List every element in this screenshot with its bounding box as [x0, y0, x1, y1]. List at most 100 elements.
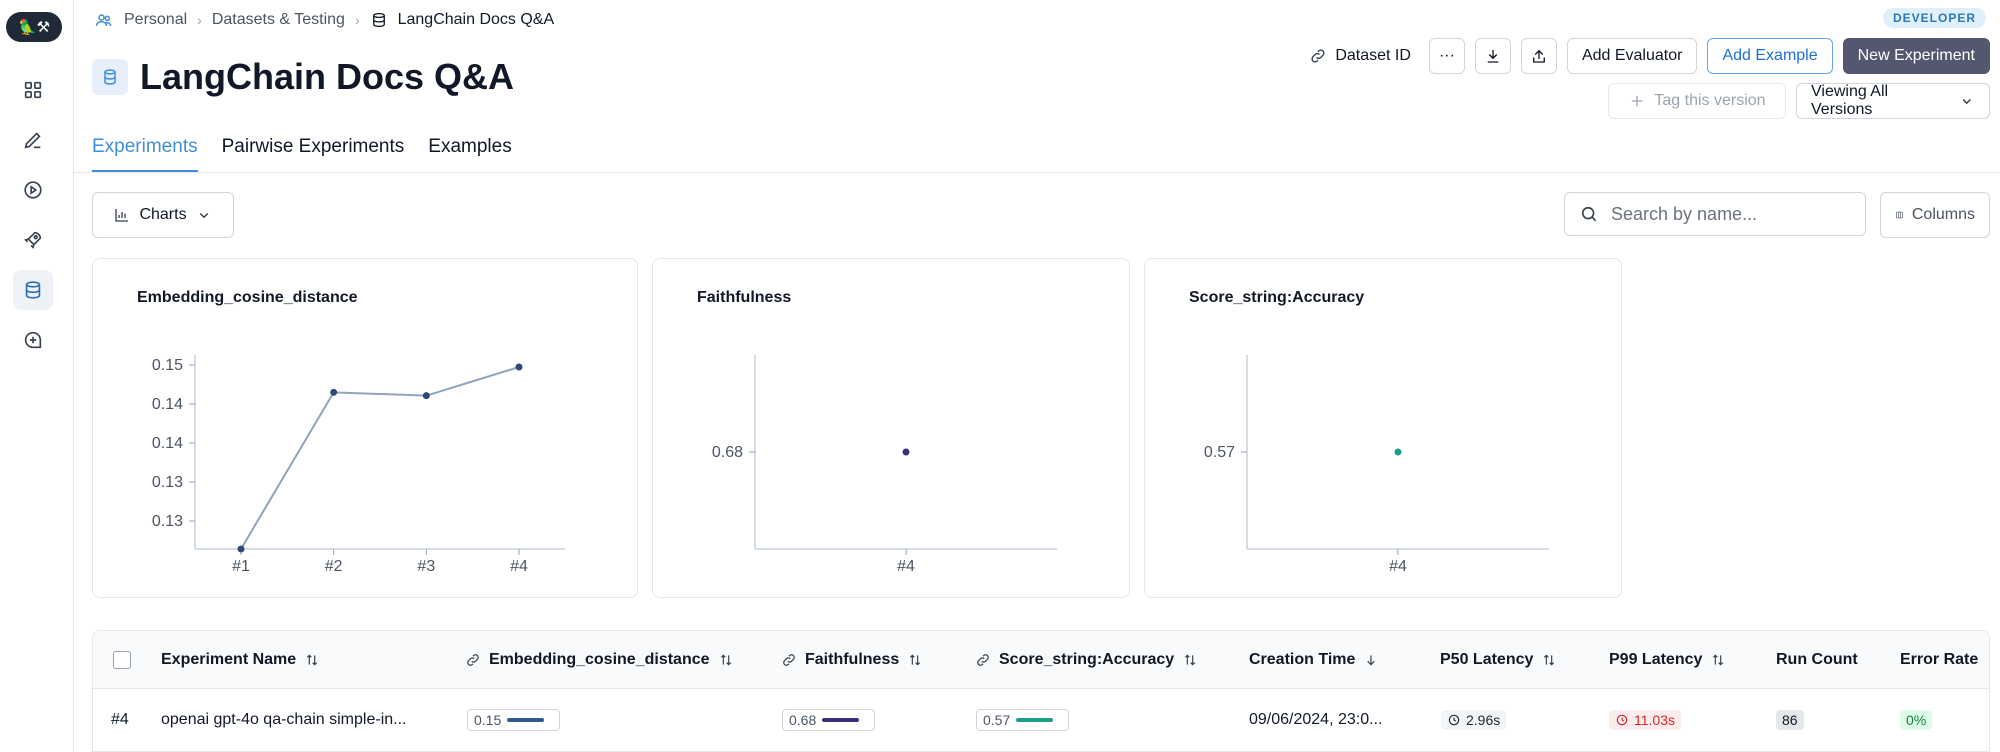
tab-experiments[interactable]: Experiments — [92, 128, 198, 172]
col-embedding[interactable]: Embedding_cosine_distance — [465, 631, 734, 689]
chevron-down-icon — [1962, 99, 1971, 105]
col-error-rate[interactable]: Error Rate — [1900, 631, 1990, 689]
dashboard-icon[interactable] — [13, 70, 53, 110]
x-tick-label: #3 — [417, 558, 435, 575]
tag-version-button[interactable]: Tag this version — [1608, 83, 1786, 119]
data-point — [330, 388, 338, 396]
run-count-value: 86 — [1776, 710, 1804, 730]
breadcrumb-current: LangChain Docs Q&A — [397, 11, 555, 28]
select-all-checkbox[interactable] — [113, 631, 131, 689]
langsmith-logo[interactable]: 🦜⚒ — [6, 12, 62, 42]
table-header: Experiment Name Embedding_cosine_distanc… — [93, 631, 1989, 689]
y-tick-label: 0.14 — [152, 396, 183, 413]
database-icon — [372, 12, 385, 28]
tab-pairwise-experiments[interactable]: Pairwise Experiments — [222, 128, 405, 172]
col-label: Embedding_cosine_distance — [489, 651, 710, 668]
chart-card-faithfulness: Faithfulness 0.68 #4 — [652, 258, 1130, 598]
breadcrumb-datasets[interactable]: Datasets & Testing — [212, 11, 345, 29]
y-tick-label: 0.15 — [152, 357, 183, 374]
clock-icon — [1448, 714, 1460, 726]
play-circle-icon[interactable] — [13, 170, 53, 210]
download-button[interactable] — [1474, 38, 1511, 74]
x-tick-label: #4 — [897, 558, 915, 575]
sort-icon — [1986, 652, 1990, 668]
y-tick-label: 0.68 — [712, 444, 743, 461]
col-label: Run Count — [1776, 651, 1858, 668]
tag-version-label: Tag this version — [1654, 92, 1766, 109]
faithfulness-bar — [822, 718, 868, 722]
tab-bar: Experiments Pairwise Experiments Example… — [92, 128, 512, 172]
charts-toggle-button[interactable]: Charts — [92, 192, 234, 238]
sort-icon — [910, 654, 921, 666]
link-icon — [1311, 49, 1325, 63]
dataset-id-button[interactable]: Dataset ID — [1301, 38, 1419, 74]
col-p50-latency[interactable]: P50 Latency — [1440, 631, 1557, 689]
error-rate-cell: 0% — [1900, 689, 1933, 751]
sort-icon — [1713, 654, 1724, 666]
table-row[interactable]: #4 openai gpt-4o qa-chain simple-in... 0… — [93, 689, 1989, 751]
version-select[interactable]: Viewing All Versions — [1796, 83, 1990, 119]
columns-icon — [1896, 211, 1903, 219]
sort-icon — [307, 654, 318, 666]
data-point — [422, 392, 430, 400]
embedding-value: 0.15 — [474, 712, 502, 728]
version-select-value: Viewing All Versions — [1811, 83, 1889, 118]
chart-card-embedding: Embedding_cosine_distance 0.15 0.14 0.14 0.… — [92, 258, 638, 598]
header-toolbar: Dataset ID ··· Add Evaluator Add Example… — [1301, 38, 1990, 74]
accuracy-chart: 0.57 #4 — [1204, 355, 1549, 575]
embedding-line-chart: 0.15 0.14 0.14 0.13 0.13 #1 #2 #3 #4 — [152, 355, 565, 575]
link-icon — [467, 654, 479, 666]
y-tick-label: 0.14 — [152, 435, 183, 452]
columns-button[interactable]: Columns — [1880, 192, 1990, 238]
col-label: Faithfulness — [805, 651, 900, 668]
chevron-right-icon: › — [354, 12, 360, 28]
people-icon — [95, 14, 112, 26]
more-icon: ··· — [1438, 47, 1455, 64]
charts-label: Charts — [139, 206, 187, 223]
tab-examples[interactable]: Examples — [428, 128, 511, 172]
search-input[interactable] — [1611, 203, 1851, 225]
datasets-icon[interactable] — [13, 270, 53, 310]
add-example-button[interactable]: Add Example — [1707, 38, 1833, 74]
more-options-button[interactable]: ··· — [1428, 38, 1465, 74]
col-faithfulness[interactable]: Faithfulness — [781, 631, 923, 689]
experiment-name[interactable]: openai gpt-4o qa-chain simple-in... — [161, 689, 406, 751]
col-run-count[interactable]: Run Count — [1776, 631, 1858, 689]
creation-time: 09/06/2024, 23:0... — [1249, 711, 1383, 728]
embedding-bar — [507, 718, 553, 722]
upload-icon — [1533, 49, 1545, 63]
p50-cell: 2.96s — [1441, 689, 1507, 751]
page-title: LangChain Docs Q&A — [140, 56, 515, 97]
x-tick-label: #1 — [232, 558, 250, 575]
search-box — [1564, 192, 1866, 236]
version-toolbar: Tag this version Viewing All Versions — [1608, 83, 1990, 119]
error-rate-value: 0% — [1900, 710, 1933, 730]
chart-icon — [115, 209, 129, 222]
add-evaluator-button[interactable]: Add Evaluator — [1566, 38, 1698, 74]
faithfulness-cell: 0.68 — [782, 689, 876, 751]
x-tick-label: #2 — [325, 558, 343, 575]
pen-icon[interactable] — [13, 120, 53, 160]
columns-label: Columns — [1911, 206, 1975, 223]
arrow-down-icon — [1367, 655, 1376, 666]
page-header: LangChain Docs Q&A — [92, 56, 514, 98]
col-experiment-name[interactable]: Experiment Name — [161, 631, 320, 689]
data-point — [515, 363, 523, 371]
link-icon — [783, 654, 795, 666]
chat-plus-icon[interactable] — [13, 320, 53, 360]
new-experiment-button[interactable]: New Experiment — [1842, 38, 1990, 74]
rocket-icon[interactable] — [13, 220, 53, 260]
download-icon — [1487, 50, 1499, 63]
col-p99-latency[interactable]: P99 Latency — [1609, 631, 1726, 689]
chart-card-accuracy: Score_string:Accuracy 0.57 #4 — [1144, 258, 1622, 598]
upload-button[interactable] — [1520, 38, 1557, 74]
chevron-down-icon — [199, 212, 208, 219]
breadcrumb-personal[interactable]: Personal — [124, 11, 187, 29]
col-label: P50 Latency — [1440, 651, 1534, 668]
col-creation-time[interactable]: Creation Time — [1249, 631, 1379, 689]
col-accuracy[interactable]: Score_string:Accuracy — [975, 631, 1198, 689]
faithfulness-chart: 0.68 #4 — [712, 355, 1057, 575]
role-badge: DEVELOPER — [1882, 8, 1986, 28]
accuracy-bar — [1016, 718, 1062, 722]
run-count-cell: 86 — [1776, 689, 1804, 751]
